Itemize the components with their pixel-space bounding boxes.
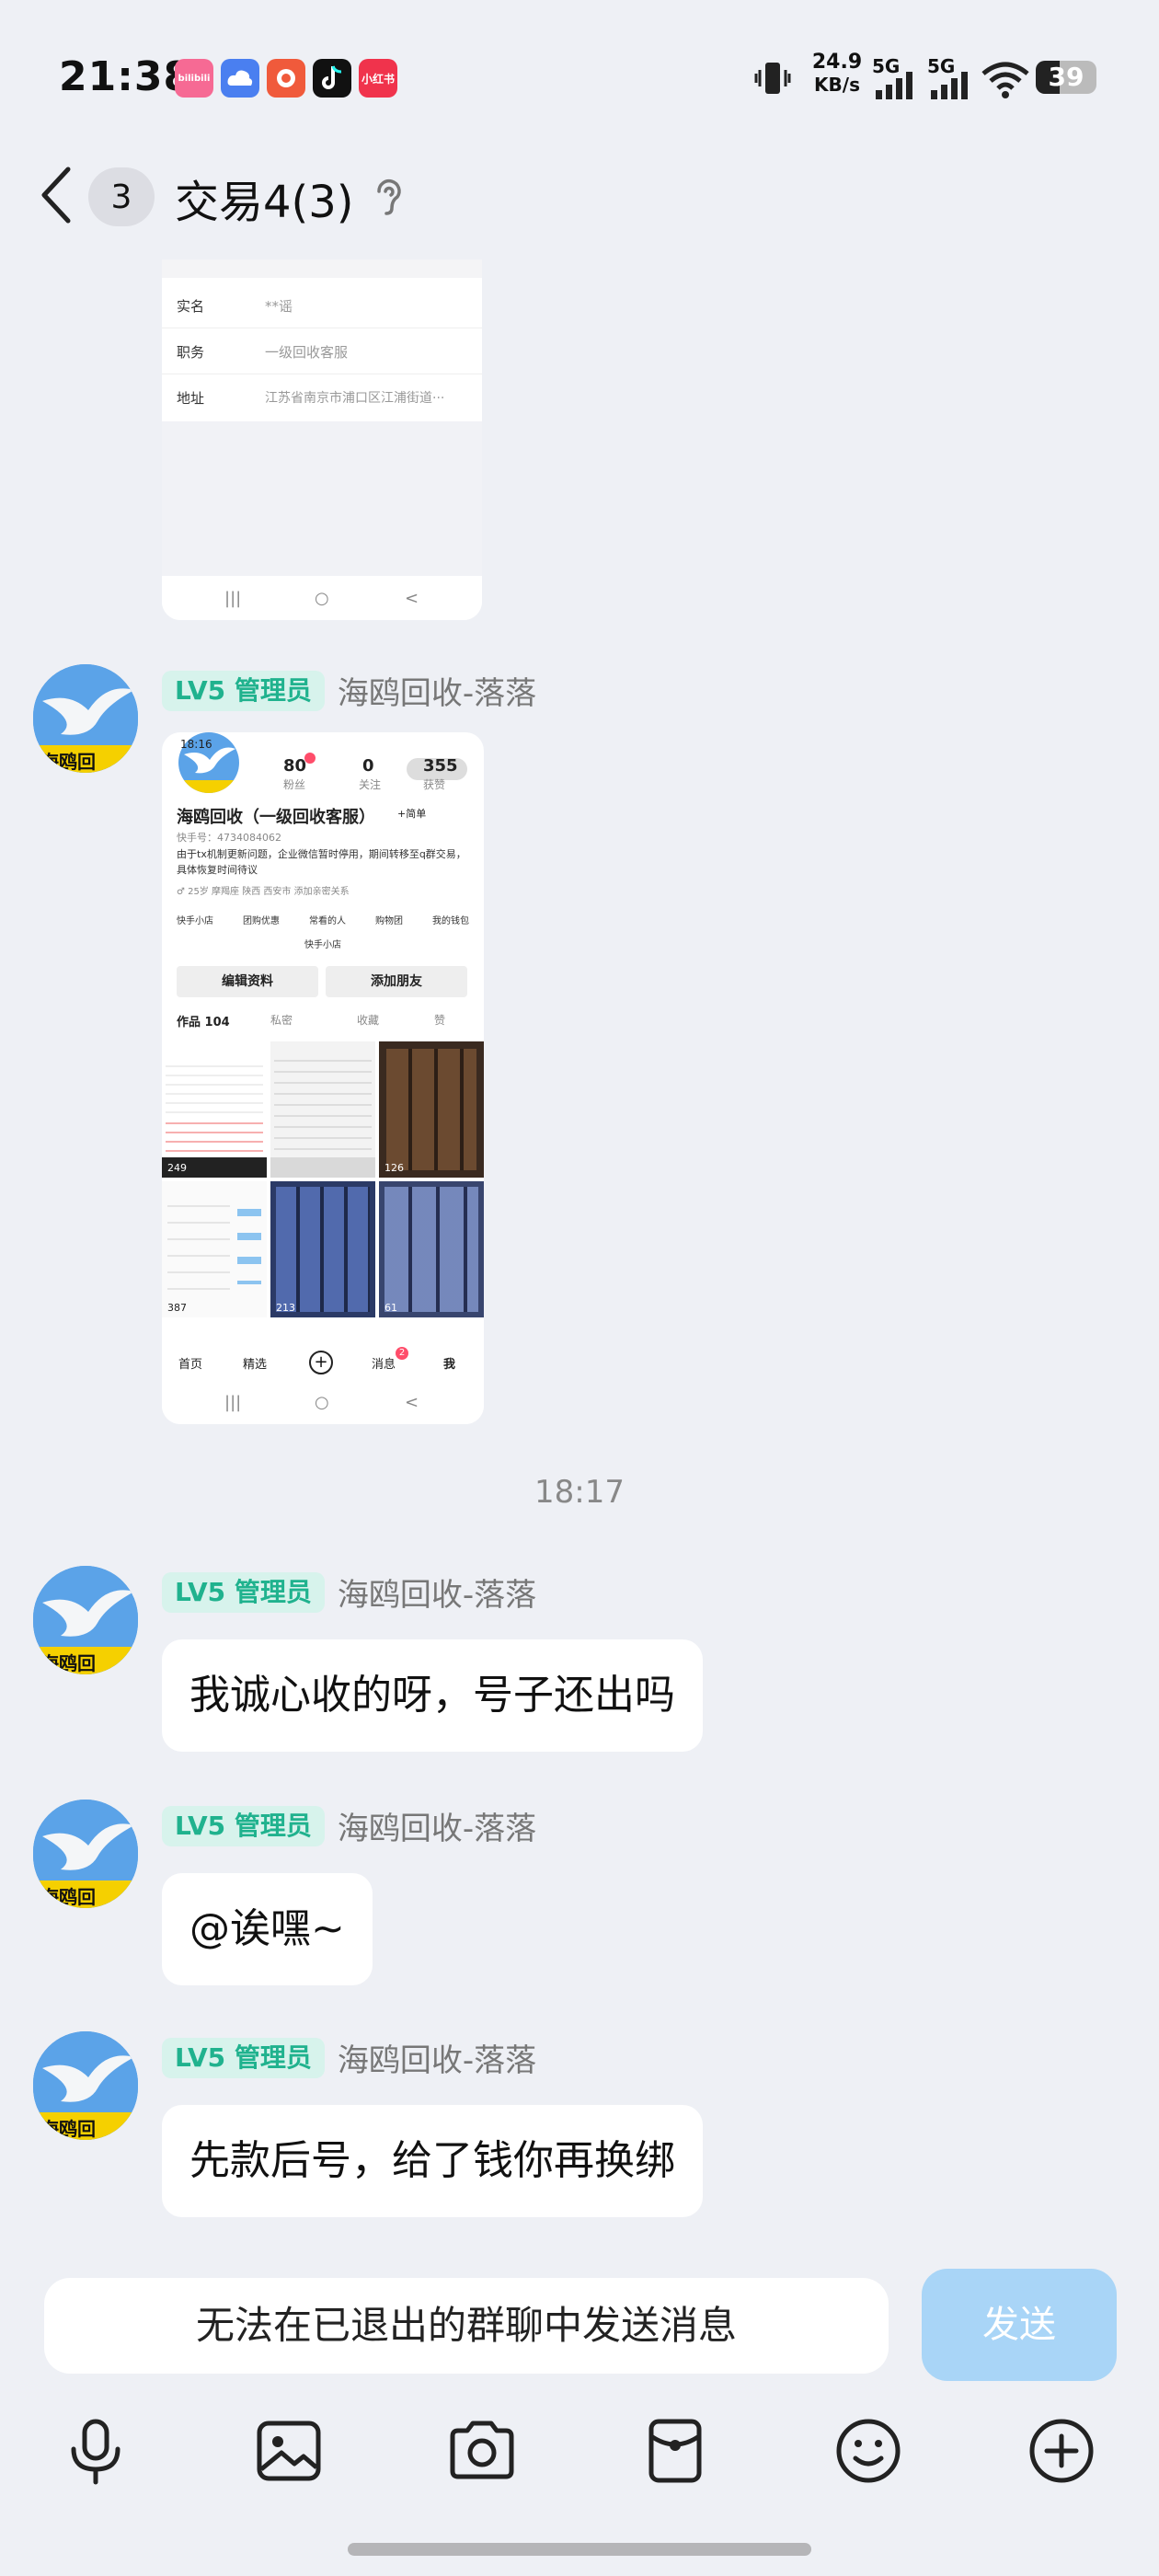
cloud-app-icon <box>221 59 259 98</box>
camera-icon[interactable] <box>445 2414 519 2488</box>
message-meta: LV5 管理员 海鸥回收-落落 <box>162 668 536 713</box>
avatar[interactable]: 海鸥回 <box>33 2031 138 2140</box>
avatar[interactable]: 海鸥回 <box>33 1800 138 1908</box>
tiktok-icon <box>313 59 351 98</box>
message-bubble[interactable]: 先款后号，给了钱你再换绑 <box>162 2105 703 2217</box>
info-row: 职务 一级回收客服 <box>177 344 349 361</box>
level-tag: LV5 管理员 <box>162 2037 325 2078</box>
plus-icon[interactable] <box>1025 2414 1098 2488</box>
signal-icon <box>929 72 971 99</box>
avatar[interactable]: 海鸥回 <box>33 1566 138 1674</box>
info-row: 实名 **谣 <box>177 298 293 315</box>
home-indicator[interactable] <box>348 2543 811 2556</box>
level-tag: LV5 管理员 <box>162 1805 325 1846</box>
sender-name[interactable]: 海鸥回收-落落 <box>338 2035 536 2080</box>
message-bubble[interactable]: @诶嘿~ <box>162 1873 373 1985</box>
sender-name[interactable]: 海鸥回收-落落 <box>338 668 536 713</box>
send-button[interactable]: 发送 <box>922 2269 1117 2381</box>
message-input[interactable]: 无法在已退出的群聊中发送消息 <box>44 2278 889 2374</box>
message-bubble[interactable]: 我诚心收的呀，号子还出吗 <box>162 1639 703 1752</box>
sender-name[interactable]: 海鸥回收-落落 <box>338 1803 536 1848</box>
message-meta: LV5 管理员 海鸥回收-落落 <box>162 2035 536 2080</box>
xiaohongshu-icon: 小红书 <box>359 59 397 98</box>
microphone-icon[interactable] <box>59 2414 132 2488</box>
vibrate-icon <box>754 59 791 98</box>
image-icon[interactable] <box>252 2414 326 2488</box>
avatar[interactable]: 海鸥回 <box>33 664 138 773</box>
message-meta: LV5 管理员 海鸥回收-落落 <box>162 1570 536 1615</box>
shared-screenshot[interactable]: 实名 **谣 职务 一级回收客服 地址 江苏省南京市浦口区江浦街道··· |||… <box>162 259 482 620</box>
battery-indicator: 39 <box>1036 61 1096 94</box>
level-tag: LV5 管理员 <box>162 1571 325 1613</box>
network-speed: 24.9 KB/s <box>811 51 863 97</box>
back-button[interactable] <box>37 166 77 224</box>
phone-nav-bar: ||| ○ < <box>162 576 482 620</box>
info-row: 地址 江苏省南京市浦口区江浦街道··· <box>177 390 445 407</box>
shortcut-row: 快手小店 团购优惠 常看的人 购物团 我的钱包 <box>177 916 469 926</box>
sender-name[interactable]: 海鸥回收-落落 <box>338 1570 536 1615</box>
shared-screenshot[interactable]: 18:16 80 粉丝 0 关注 355 获赞 海鸥回收（一级回收客服） +简单… <box>162 732 484 1424</box>
signal-icon <box>874 72 916 99</box>
status-time: 21:38 <box>59 53 193 100</box>
message-meta: LV5 管理员 海鸥回收-落落 <box>162 1803 536 1848</box>
red-packet-icon[interactable] <box>638 2414 712 2488</box>
chat-title[interactable]: 交易4(3) <box>175 166 354 230</box>
level-tag: LV5 管理员 <box>162 670 325 711</box>
unread-count-badge[interactable]: 3 <box>88 167 155 226</box>
emoji-icon[interactable] <box>832 2414 905 2488</box>
earpiece-icon <box>372 175 407 217</box>
red-app-icon <box>267 59 305 98</box>
time-separator: 18:17 <box>534 1474 625 1511</box>
chevron-left-icon <box>41 167 71 224</box>
phone-nav-bar: ||| ○ < <box>162 1380 484 1424</box>
bilibili-icon: bilibili <box>175 59 213 98</box>
wifi-icon <box>981 61 1030 99</box>
